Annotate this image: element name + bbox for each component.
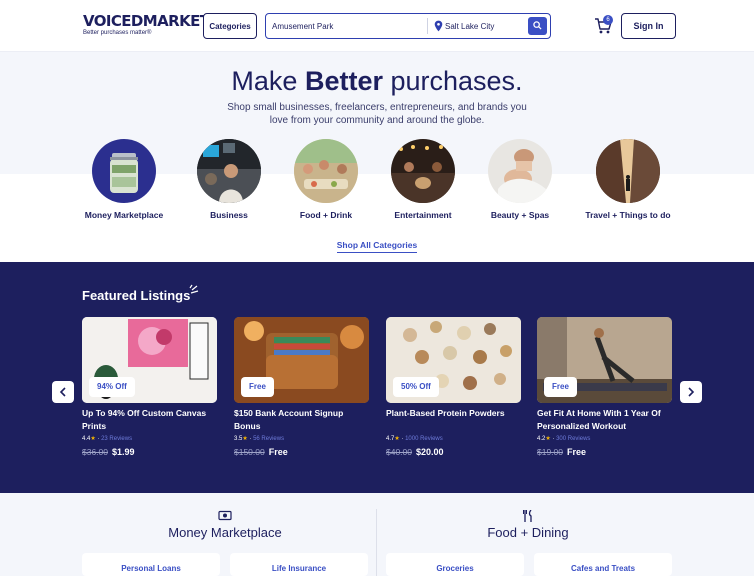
listing-rating: 4.2★ · 300 Reviews (537, 436, 591, 442)
chevron-left-icon (59, 387, 66, 397)
subcategory-cafes-treats[interactable]: Cafes and Treats (534, 553, 672, 576)
section-divider (376, 509, 377, 576)
chevron-right-icon (688, 387, 695, 397)
sparkle-icon (189, 284, 199, 294)
old-price: $36.00 (82, 447, 108, 457)
new-price: Free (567, 447, 587, 457)
category-travel[interactable]: Travel + Things to do (568, 139, 688, 220)
listing-title: Up To 94% Off Custom Canvas Prints (82, 408, 207, 431)
old-price: $150.00 (234, 447, 265, 457)
section-title: Food + Dining (487, 525, 569, 540)
listing-card[interactable]: 50% Off Plant-Based Protein Powders 4.7★… (386, 317, 521, 457)
listing-rating: 4.4★ · 23 Reviews (82, 436, 133, 442)
money-jar-image (92, 139, 156, 203)
sign-in-button[interactable]: Sign In (621, 13, 676, 39)
search-button[interactable] (528, 17, 547, 35)
search-divider (427, 18, 428, 34)
featured-listings-title: Featured Listings (82, 288, 191, 303)
logo-tagline: Better purchases matter® (83, 30, 152, 36)
featured-listings-section: Featured Listings 94% Off Up To 94% Off … (0, 262, 754, 493)
shop-all-categories-link[interactable]: Shop All Categories (336, 240, 418, 253)
search-bar (265, 13, 551, 39)
money-icon (218, 510, 232, 521)
listing-price: $36.00 $1.99 (82, 447, 217, 457)
new-price: Free (268, 447, 288, 457)
listing-rating: 3.5★ · 56 Reviews (234, 436, 285, 442)
listing-card[interactable]: Free $150 Bank Account Signup Bonus 3.5★… (234, 317, 369, 457)
listing-title: Plant-Based Protein Powders (386, 408, 505, 418)
categories-button[interactable]: Categories (203, 13, 257, 39)
carousel-prev-button[interactable] (52, 381, 74, 403)
location-input[interactable] (445, 20, 525, 33)
logo-title: VOICEDMARKET® (83, 12, 216, 30)
shop-all-wrap: Shop All Categories (0, 235, 754, 253)
search-icon (533, 21, 542, 30)
location-pin-icon (434, 20, 443, 32)
category-beauty-spas[interactable]: Beauty + Spas (460, 139, 580, 220)
category-label: Travel + Things to do (585, 210, 671, 220)
star-icon: ★ (242, 436, 248, 442)
star-icon: ★ (90, 436, 96, 442)
cart-count-badge: 6 (603, 15, 613, 25)
listing-price: $40.00 $20.00 (386, 447, 521, 457)
travel-image (596, 139, 660, 203)
business-image (197, 139, 261, 203)
workout-image: Free (537, 317, 672, 403)
hero-title: Make Better purchases. (231, 66, 523, 96)
search-input[interactable] (272, 20, 422, 33)
new-price: $1.99 (112, 447, 135, 457)
site-header: VOICEDMARKET® Better purchases matter® C… (0, 0, 754, 52)
protein-powder-image: 50% Off (386, 317, 521, 403)
new-price: $20.00 (416, 447, 444, 457)
listing-title: Get Fit At Home With 1 Year Of Personali… (537, 408, 661, 431)
hero-subtitle: Shop small businesses, freelancers, entr… (227, 102, 527, 126)
listing-rating: 4.7★ · 1000 Reviews (386, 436, 443, 442)
listing-card[interactable]: 94% Off Up To 94% Off Custom Canvas Prin… (82, 317, 217, 457)
star-icon: ★ (545, 436, 551, 442)
listing-title: $150 Bank Account Signup Bonus (234, 408, 344, 431)
carousel-next-button[interactable] (680, 381, 702, 403)
canvas-prints-image: 94% Off (82, 317, 217, 403)
logo[interactable]: VOICEDMARKET® Better purchases matter® (83, 13, 216, 36)
category-sections: Money Marketplace Personal Loans Life In… (0, 493, 754, 576)
wallet-image: Free (234, 317, 369, 403)
star-icon: ★ (394, 436, 400, 442)
old-price: $40.00 (386, 447, 412, 457)
discount-badge: Free (241, 377, 274, 397)
food-drink-image (294, 139, 358, 203)
discount-badge: Free (544, 377, 577, 397)
fork-knife-icon (523, 510, 532, 522)
listing-price: $19.00 Free (537, 447, 672, 457)
listing-card[interactable]: Free Get Fit At Home With 1 Year Of Pers… (537, 317, 672, 457)
entertainment-image (391, 139, 455, 203)
section-title: Money Marketplace (168, 525, 282, 540)
beauty-spa-image (488, 139, 552, 203)
listing-price: $150.00 Free (234, 447, 369, 457)
category-money-marketplace[interactable]: Money Marketplace (64, 139, 184, 220)
category-label: Beauty + Spas (490, 210, 550, 220)
subcategory-life-insurance[interactable]: Life Insurance (230, 553, 368, 576)
old-price: $19.00 (537, 447, 563, 457)
category-label: Money Marketplace (84, 210, 164, 220)
subcategory-personal-loans[interactable]: Personal Loans (82, 553, 220, 576)
discount-badge: 50% Off (393, 377, 439, 397)
discount-badge: 94% Off (89, 377, 135, 397)
subcategory-groceries[interactable]: Groceries (386, 553, 524, 576)
